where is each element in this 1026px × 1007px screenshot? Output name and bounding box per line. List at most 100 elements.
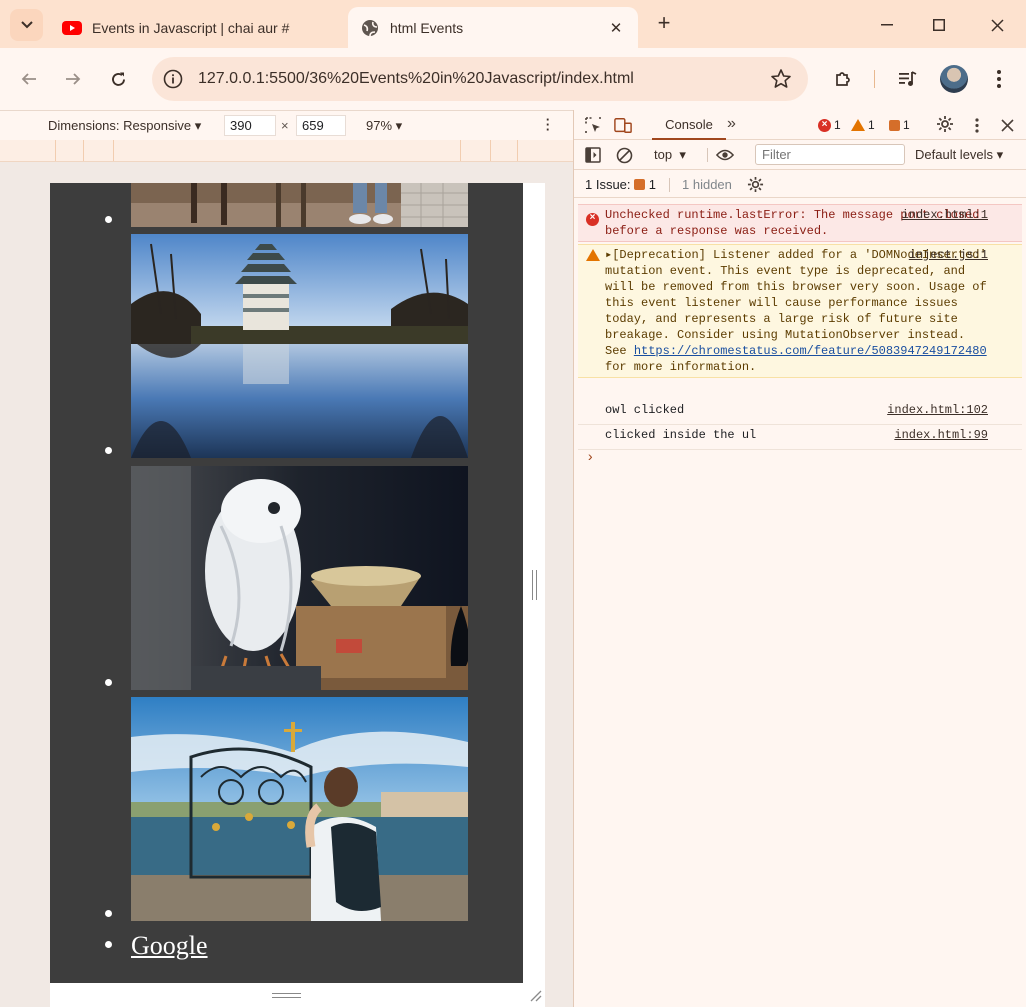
console-settings-gear-icon[interactable] <box>746 175 764 193</box>
address-bar[interactable]: 127.0.0.1:5500/36%20Events%20in%20Javasc… <box>152 57 808 101</box>
source-link[interactable]: index.html:1 <box>902 207 988 223</box>
issue-count-badge[interactable]: 1 <box>889 118 910 132</box>
extensions-button[interactable] <box>830 66 856 92</box>
tab-html-events[interactable]: html Events ✕ <box>348 7 638 48</box>
tab-console[interactable]: Console <box>652 110 726 140</box>
new-tab-button[interactable]: + <box>652 12 676 36</box>
message-text: ▸[Deprecation] Listener added for a 'DOM… <box>605 248 994 374</box>
sidebar-toggle-icon[interactable] <box>584 146 602 164</box>
chromestatus-link[interactable]: https://chromestatus.com/feature/5083947… <box>634 344 987 358</box>
forward-button[interactable] <box>58 64 88 94</box>
error-count-badge[interactable]: × 1 <box>818 118 841 132</box>
console-error-message[interactable]: × Unchecked runtime.lastError: The messa… <box>578 204 1022 242</box>
filter-input[interactable] <box>755 144 905 165</box>
chevron-down-icon <box>20 21 33 29</box>
issues-divider <box>669 178 670 192</box>
maximize-button[interactable] <box>924 10 954 40</box>
caret-down-icon: ▾ <box>395 118 403 133</box>
close-devtools-icon[interactable] <box>998 116 1016 134</box>
media-queue-icon <box>899 71 917 86</box>
more-tabs-icon[interactable]: » <box>727 115 736 133</box>
list-bullet <box>105 941 112 948</box>
source-link[interactable]: inject.js:1 <box>909 247 988 263</box>
source-link[interactable]: index.html:102 <box>887 402 988 418</box>
console-prompt-icon[interactable]: › <box>586 450 594 466</box>
close-icon <box>990 18 1004 32</box>
google-link[interactable]: Google <box>131 931 208 961</box>
height-input[interactable]: 659 <box>296 115 346 136</box>
devtools-panel: Console » ×1 1 1 top ▾ Default levels ▾ … <box>573 110 1026 1007</box>
message-text: owl clicked <box>605 403 685 417</box>
resize-handle-right[interactable] <box>532 570 537 600</box>
walk-photo[interactable] <box>131 183 468 227</box>
live-expression-eye-icon[interactable] <box>716 146 734 164</box>
settings-gear-icon[interactable] <box>936 115 954 133</box>
tab-search-button[interactable] <box>10 9 43 41</box>
media-query-ruler <box>0 140 573 162</box>
toolbar-separator <box>874 70 875 88</box>
caret-down-icon: ▾ <box>679 147 686 162</box>
tab-title: html Events <box>390 19 464 36</box>
device-toggle-icon[interactable] <box>614 116 632 134</box>
bookmark-star-icon[interactable] <box>770 68 792 90</box>
back-button[interactable] <box>14 64 44 94</box>
browser-toolbar: 127.0.0.1:5500/36%20Events%20in%20Javasc… <box>0 48 1026 110</box>
warning-count-badge[interactable]: 1 <box>851 118 875 132</box>
castle-photo[interactable] <box>131 234 468 458</box>
context-dropdown[interactable]: top ▾ <box>654 147 686 163</box>
zoom-label: 97% <box>366 118 393 133</box>
levels-label: Default levels <box>915 147 994 162</box>
globe-icon <box>360 18 380 38</box>
url-text: 127.0.0.1:5500/36%20Events%20in%20Javasc… <box>198 70 634 87</box>
arrow-left-icon <box>21 73 36 85</box>
close-tab-icon[interactable]: ✕ <box>606 18 626 38</box>
issue-icon <box>634 179 646 190</box>
list-bullet <box>105 447 112 454</box>
hidden-count: 1 hidden <box>682 177 732 192</box>
page-frame: Google <box>50 183 523 983</box>
error-count: 1 <box>834 118 841 132</box>
clear-console-icon[interactable] <box>615 146 633 164</box>
tab-youtube[interactable]: Events in Javascript | chai aur # <box>50 7 340 48</box>
error-icon: × <box>818 118 831 132</box>
resize-handle-bottom[interactable] <box>272 993 301 998</box>
media-controls-button[interactable] <box>895 66 921 92</box>
device-more-icon[interactable]: · · · <box>540 113 556 136</box>
device-viewport: Google <box>0 162 573 1007</box>
close-window-button[interactable] <box>982 10 1012 40</box>
source-link[interactable]: index.html:99 <box>894 427 988 443</box>
console-log-message[interactable]: clicked inside the ul index.html:99 <box>578 425 1022 450</box>
issues-bar: 1 Issue: 1 1 hidden <box>574 170 1026 198</box>
dimensions-dropdown[interactable]: Dimensions: Responsive ▾ <box>48 118 201 134</box>
minimize-button[interactable] <box>872 10 902 40</box>
issues-link[interactable]: 1 Issue: 1 <box>585 177 656 192</box>
times-sign: × <box>281 118 289 133</box>
toolbar-divider <box>707 148 708 162</box>
dimensions-label: Dimensions: Responsive <box>48 118 192 133</box>
resize-handle-corner[interactable] <box>528 988 542 1002</box>
issue-icon <box>889 119 900 131</box>
devtools-more-icon[interactable] <box>968 116 986 134</box>
tab-strip: Events in Javascript | chai aur # html E… <box>0 0 1026 48</box>
tab-title: Events in Javascript | chai aur # <box>92 19 290 36</box>
log-levels-dropdown[interactable]: Default levels ▾ <box>915 147 1003 163</box>
profile-avatar[interactable] <box>940 65 968 93</box>
bridge-photo[interactable] <box>131 697 468 921</box>
owl-photo[interactable] <box>131 466 468 690</box>
message-text: clicked inside the ul <box>605 428 757 442</box>
browser-menu-button[interactable] <box>986 66 1012 92</box>
context-label: top <box>654 147 673 162</box>
warning-count: 1 <box>868 118 875 132</box>
caret-down-icon: ▾ <box>194 118 202 133</box>
console-warning-message[interactable]: ▸[Deprecation] Listener added for a 'DOM… <box>578 244 1022 378</box>
console-log-message[interactable]: owl clicked index.html:102 <box>578 400 1022 425</box>
issue-count: 1 <box>903 118 910 132</box>
reload-icon <box>111 72 125 86</box>
inspect-element-icon[interactable] <box>584 116 602 134</box>
warning-text: [Deprecation] Listener added for a 'DOMN… <box>605 248 994 358</box>
reload-button[interactable] <box>103 64 133 94</box>
zoom-dropdown[interactable]: 97% ▾ <box>366 118 402 134</box>
arrow-right-icon <box>66 73 81 85</box>
width-input[interactable]: 390 <box>224 115 276 136</box>
site-info-icon[interactable] <box>162 68 184 90</box>
